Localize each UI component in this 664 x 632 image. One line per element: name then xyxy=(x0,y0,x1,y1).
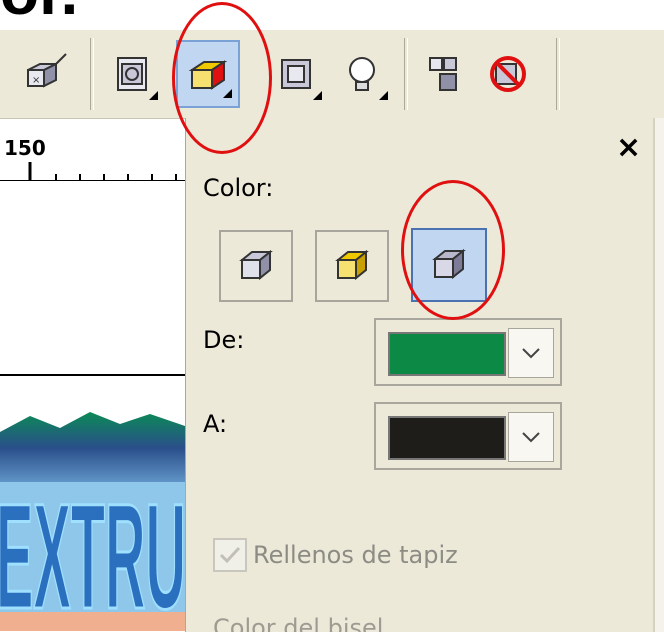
drape-fills-checkbox[interactable] xyxy=(213,538,247,572)
title-fragment: or. xyxy=(0,0,78,24)
copy-properties-icon xyxy=(429,57,457,91)
svg-text:×: × xyxy=(32,75,40,86)
extruded-text-artwork[interactable]: EXTRU xyxy=(0,412,185,631)
extrude-toolbar: × xyxy=(0,30,664,119)
cube-vanishing-point-icon: × xyxy=(27,53,67,88)
copy-extrude-properties-button[interactable] xyxy=(412,40,476,108)
bevel-color-label-clip: Color del bisel xyxy=(213,614,613,632)
to-label: A: xyxy=(203,410,228,438)
extrude-vanishing-point-button[interactable]: × xyxy=(12,40,76,108)
color-label: Color: xyxy=(203,174,274,202)
horizontal-ruler: 150 xyxy=(0,128,185,181)
panel-scroll-edge xyxy=(653,118,664,632)
drape-fills-label: Rellenos de tapiz xyxy=(253,541,458,569)
close-icon[interactable]: × xyxy=(616,130,641,165)
drape-fills-row: Rellenos de tapiz xyxy=(213,538,458,572)
solid-fill-button[interactable] xyxy=(315,230,389,302)
checkmark-icon xyxy=(219,546,241,564)
bevel-color-label: Color del bisel xyxy=(213,614,384,632)
from-label: De: xyxy=(203,326,245,354)
annotation-ring-toolbar xyxy=(172,2,272,154)
ruler-label: 150 xyxy=(4,136,46,160)
extrude-rotation-button[interactable] xyxy=(100,40,164,108)
chevron-down-icon xyxy=(522,432,540,443)
extrude-bevel-button[interactable] xyxy=(264,40,328,108)
svg-text:EXTRU: EXTRU xyxy=(0,472,185,631)
to-color-swatch xyxy=(388,416,506,460)
cube-solid-fill-icon xyxy=(335,249,369,281)
object-fill-button[interactable] xyxy=(219,230,293,302)
to-color-dropdown[interactable] xyxy=(508,412,554,462)
annotation-ring-shade xyxy=(401,180,505,320)
from-color-picker[interactable] xyxy=(374,318,562,386)
cube-object-fill-icon xyxy=(239,249,273,281)
artwork-graphic: EXTRU xyxy=(0,412,185,631)
chevron-down-icon xyxy=(522,348,540,359)
guideline xyxy=(0,374,185,376)
clear-extrude-icon xyxy=(490,56,526,92)
from-color-dropdown[interactable] xyxy=(508,328,554,378)
from-color-swatch xyxy=(388,332,506,376)
ruler-ticks xyxy=(28,162,177,180)
to-color-picker[interactable] xyxy=(374,402,562,470)
extrude-lighting-button[interactable] xyxy=(330,40,394,108)
clear-extrude-button[interactable] xyxy=(476,40,540,108)
